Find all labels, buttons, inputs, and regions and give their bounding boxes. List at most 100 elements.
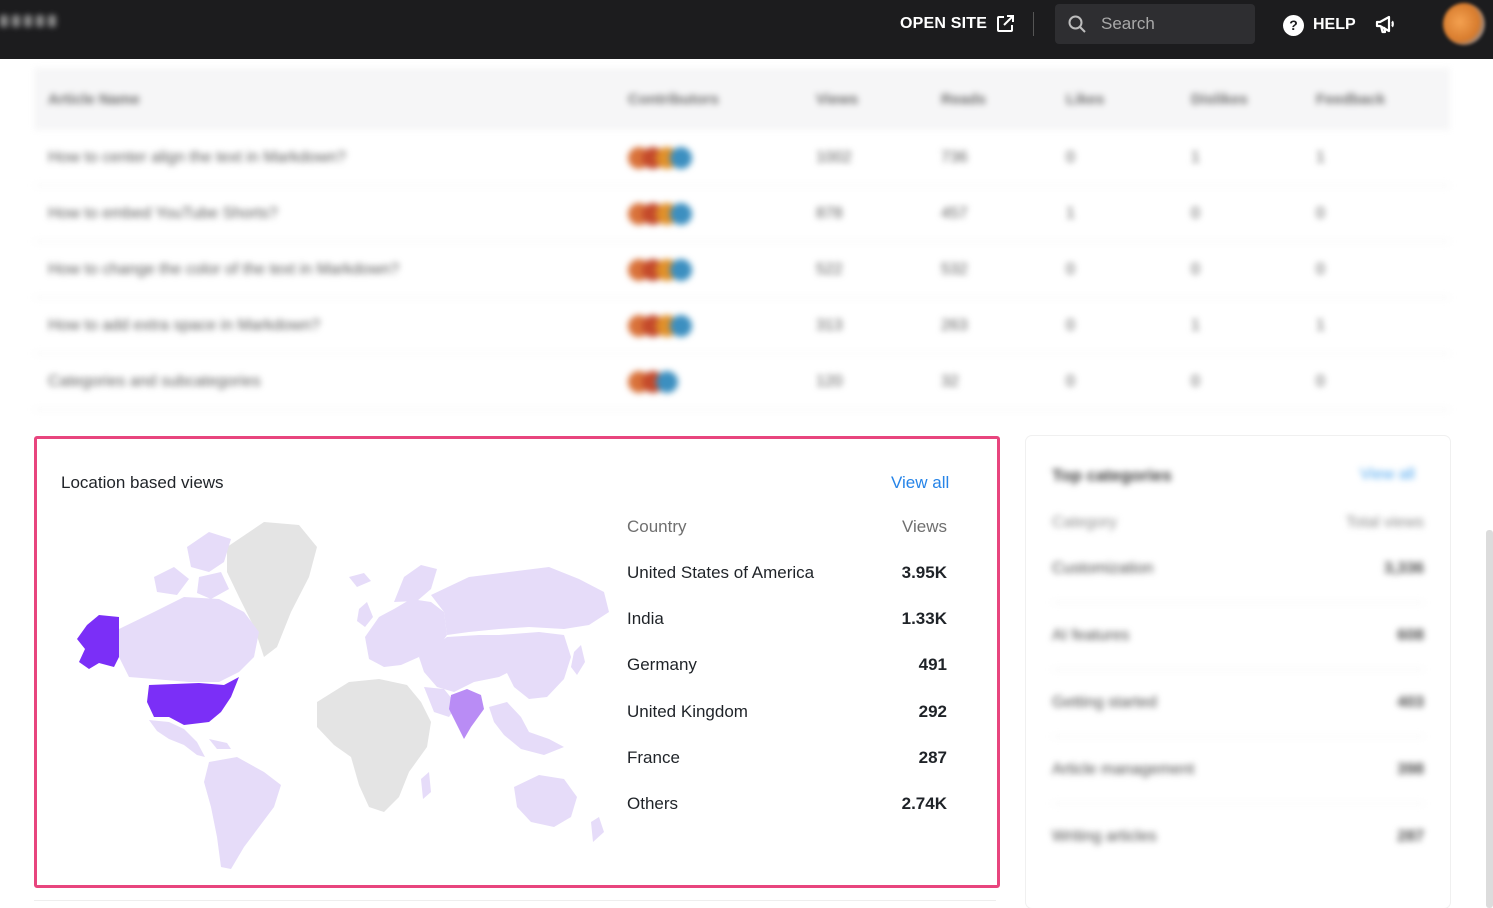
- likes-cell: 0: [1066, 372, 1075, 390]
- column-header[interactable]: Reads: [941, 91, 1066, 108]
- feedback-cell: 0: [1316, 372, 1325, 390]
- country-row: Germany 491: [627, 655, 947, 675]
- dislikes-cell: 1: [1191, 148, 1200, 166]
- country-views: 287: [918, 747, 947, 767]
- table-row[interactable]: How to embed YouTube Shorts? 878 457 1 0…: [34, 186, 1450, 242]
- country-row: France 287: [627, 748, 947, 768]
- view-all-link[interactable]: View all: [1360, 466, 1415, 484]
- article-name[interactable]: Categories and subcategories: [34, 373, 628, 391]
- category-row[interactable]: Customization 3,336: [1052, 560, 1424, 578]
- card-title: Top categories: [1052, 466, 1172, 485]
- column-header[interactable]: Likes: [1066, 91, 1191, 108]
- category-name: AI features: [1052, 627, 1130, 644]
- column-header-views: Views: [901, 517, 947, 536]
- top-bar: OPEN SITE ? HELP: [0, 0, 1493, 59]
- category-views: 287: [1397, 828, 1424, 845]
- search-input[interactable]: [1101, 14, 1241, 34]
- map-region-scandinavia: [394, 565, 437, 602]
- views-cell: 522: [816, 260, 843, 278]
- view-all-link[interactable]: View all: [891, 473, 949, 493]
- contributors: [628, 146, 816, 169]
- likes-cell: 0: [1066, 148, 1075, 166]
- country-views: 1.33K: [901, 609, 947, 629]
- country-name: France: [627, 747, 680, 767]
- column-header[interactable]: Views: [816, 91, 941, 108]
- map-region-india: [449, 689, 484, 739]
- category-table-header: Category Total views: [1052, 514, 1424, 532]
- map-region-new-zealand: [591, 817, 604, 842]
- open-site-label: OPEN SITE: [900, 15, 988, 32]
- divider: [1033, 12, 1034, 36]
- map-region-southeast-asia: [489, 702, 564, 755]
- category-row[interactable]: Article management 398: [1052, 761, 1424, 779]
- country-row: United States of America 3.95K: [627, 563, 947, 583]
- country-row: Others 2.74K: [627, 794, 947, 814]
- help-label: HELP: [1313, 16, 1356, 33]
- table-row[interactable]: How to add extra space in Markdown? 313 …: [34, 298, 1450, 354]
- country-name: India: [627, 609, 664, 629]
- dislikes-cell: 0: [1191, 260, 1200, 278]
- article-name[interactable]: How to embed YouTube Shorts?: [34, 205, 628, 223]
- category-row[interactable]: Getting started 403: [1052, 694, 1424, 712]
- column-header-total-views: Total views: [1345, 514, 1424, 531]
- divider: [1052, 669, 1424, 670]
- megaphone-icon[interactable]: [1374, 12, 1398, 36]
- category-row[interactable]: AI features 608: [1052, 627, 1424, 645]
- map-region-mexico: [149, 720, 205, 757]
- next-card-edge: [34, 900, 996, 908]
- map-region-africa: [317, 679, 431, 812]
- views-cell: 1002: [816, 148, 852, 166]
- category-row[interactable]: Writing articles 287: [1052, 828, 1424, 846]
- country-name: United Kingdom: [627, 701, 748, 721]
- category-views: 608: [1397, 627, 1424, 644]
- reads-cell: 457: [941, 204, 968, 222]
- page-scrollbar[interactable]: [1486, 530, 1493, 908]
- article-name[interactable]: How to add extra space in Markdown?: [34, 317, 628, 335]
- search-box[interactable]: [1055, 4, 1255, 44]
- column-header[interactable]: Dislikes: [1191, 91, 1316, 108]
- map-region-usa: [147, 677, 239, 725]
- table-row[interactable]: How to center align the text in Markdown…: [34, 130, 1450, 186]
- country-table: Country Views United States of America 3…: [627, 517, 947, 840]
- table-header: Article Name Contributors Views Reads Li…: [34, 68, 1450, 130]
- country-views: 3.95K: [901, 563, 947, 582]
- column-header[interactable]: Contributors: [628, 91, 816, 108]
- open-site-button[interactable]: OPEN SITE: [900, 13, 1015, 35]
- category-views: 403: [1397, 694, 1424, 711]
- reads-cell: 32: [941, 372, 959, 390]
- contributors: [628, 370, 816, 393]
- world-map[interactable]: [59, 517, 609, 877]
- country-row: United Kingdom 292: [627, 702, 947, 722]
- feedback-cell: 0: [1316, 260, 1325, 278]
- map-region-south-america: [204, 757, 281, 869]
- views-cell: 120: [816, 372, 843, 390]
- dislikes-cell: 1: [1191, 316, 1200, 334]
- table-row[interactable]: How to change the color of the text in M…: [34, 242, 1450, 298]
- column-header-country: Country: [627, 517, 687, 536]
- help-circle-icon: ?: [1283, 14, 1304, 36]
- article-name[interactable]: How to change the color of the text in M…: [34, 261, 628, 279]
- reads-cell: 263: [941, 316, 968, 334]
- divider: [1052, 736, 1424, 737]
- column-header[interactable]: Feedback: [1316, 91, 1441, 108]
- category-name: Writing articles: [1052, 828, 1157, 845]
- external-link-icon: [997, 15, 1015, 32]
- views-cell: 878: [816, 204, 843, 222]
- country-views: 491: [918, 655, 947, 675]
- country-name: United States of America: [627, 563, 815, 582]
- dislikes-cell: 0: [1191, 372, 1200, 390]
- avatar[interactable]: [1443, 3, 1485, 45]
- help-button[interactable]: ? HELP: [1283, 14, 1356, 36]
- contributors: [628, 314, 816, 337]
- country-row: India 1.33K: [627, 609, 947, 629]
- country-views: 2.74K: [901, 793, 947, 813]
- divider: [1052, 602, 1424, 603]
- column-header[interactable]: Article Name: [34, 91, 628, 108]
- breadcrumb[interactable]: [0, 14, 64, 32]
- location-views-card: Location based views View all Country Vi…: [34, 436, 1000, 888]
- category-name: Getting started: [1052, 694, 1157, 711]
- article-name[interactable]: How to center align the text in Markdown…: [34, 149, 628, 167]
- table-row[interactable]: Categories and subcategories 120 32 0 0 …: [34, 354, 1450, 410]
- category-views: 3,336: [1383, 560, 1424, 577]
- map-region-japan: [571, 645, 585, 675]
